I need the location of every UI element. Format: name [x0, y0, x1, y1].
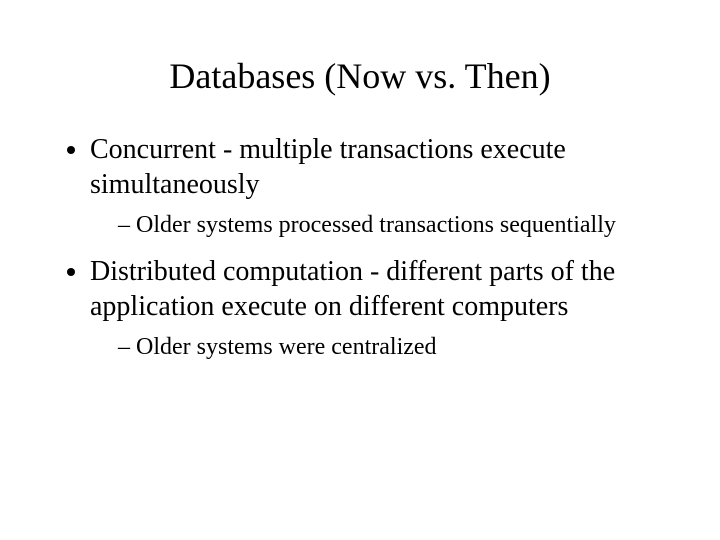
- bullet-text: Concurrent - multiple transactions execu…: [90, 134, 566, 200]
- slide-title: Databases (Now vs. Then): [50, 55, 670, 97]
- sub-list: Older systems processed transactions seq…: [90, 210, 670, 240]
- list-item: Older systems processed transactions seq…: [118, 210, 670, 240]
- sub-bullet-text: Older systems processed transactions seq…: [136, 212, 616, 238]
- list-item: Distributed computation - different part…: [90, 254, 670, 362]
- sub-bullet-text: Older systems were centralized: [136, 334, 437, 360]
- list-item: Concurrent - multiple transactions execu…: [90, 132, 670, 240]
- list-item: Older systems were centralized: [118, 332, 670, 362]
- bullet-list: Concurrent - multiple transactions execu…: [50, 132, 670, 362]
- sub-list: Older systems were centralized: [90, 332, 670, 362]
- slide: Databases (Now vs. Then) Concurrent - mu…: [0, 0, 720, 540]
- bullet-text: Distributed computation - different part…: [90, 256, 615, 322]
